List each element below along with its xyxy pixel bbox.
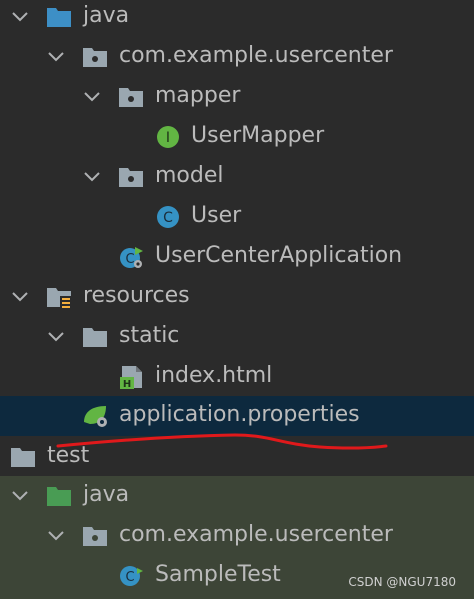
tree-item-label: model <box>155 163 224 188</box>
tree-item-label: application.properties <box>119 402 360 427</box>
spring-properties-icon <box>82 404 108 428</box>
watermark: CSDN @NGU7180 <box>348 575 456 589</box>
folder-icon <box>10 445 36 469</box>
html-file-icon-glyph: H <box>123 379 131 389</box>
tree-item-package-model[interactable]: model <box>0 157 474 197</box>
tree-item-java-test[interactable]: java <box>0 476 474 516</box>
tree-item-label: test <box>47 443 90 468</box>
tree-item-package-usercenter[interactable]: com.example.usercenter <box>0 37 474 77</box>
tree-item-index-html[interactable]: H index.html <box>0 357 474 397</box>
tree-item-test[interactable]: test <box>0 437 474 477</box>
tree-item-label: static <box>119 323 180 348</box>
spring-boot-class-icon-glyph: C <box>125 252 134 267</box>
interface-icon: I <box>155 125 181 149</box>
resources-folder-icon <box>46 285 72 309</box>
tree-item-usermapper[interactable]: I UserMapper <box>0 117 474 157</box>
tree-item-label: UserMapper <box>191 123 325 148</box>
package-icon <box>118 165 144 189</box>
source-folder-icon <box>46 5 72 29</box>
tree-item-static[interactable]: static <box>0 317 474 357</box>
package-icon <box>118 85 144 109</box>
tree-item-label: com.example.usercenter <box>119 43 393 68</box>
tree-item-label: mapper <box>155 83 241 108</box>
chevron-down-icon[interactable] <box>10 486 30 506</box>
tree-item-java-main[interactable]: java <box>0 0 474 37</box>
chevron-down-icon[interactable] <box>46 327 66 347</box>
tree-item-label: resources <box>83 283 190 308</box>
spring-boot-class-icon: C <box>118 245 144 269</box>
chevron-down-icon[interactable] <box>46 526 66 546</box>
tree-item-resources[interactable]: resources <box>0 277 474 317</box>
test-class-icon-glyph: C <box>125 570 134 585</box>
tree-item-label: User <box>191 203 242 228</box>
tree-item-usercenterapplication[interactable]: C UserCenterApplication <box>0 237 474 277</box>
tree-item-label: java <box>83 482 130 507</box>
tree-item-package-mapper[interactable]: mapper <box>0 77 474 117</box>
folder-icon <box>82 325 108 349</box>
test-source-folder-icon <box>46 484 72 508</box>
project-tree: java com.example.usercenter mapper I Use… <box>0 0 474 599</box>
tree-item-user[interactable]: C User <box>0 197 474 237</box>
chevron-down-icon[interactable] <box>46 47 66 67</box>
chevron-down-icon[interactable] <box>82 87 102 107</box>
tree-item-label: SampleTest <box>155 562 281 587</box>
class-icon-glyph: C <box>163 210 173 226</box>
chevron-down-icon[interactable] <box>82 167 102 187</box>
tree-item-application-properties[interactable]: application.properties <box>0 396 474 436</box>
tree-item-label: com.example.usercenter <box>119 522 393 547</box>
test-class-icon: C <box>118 564 144 588</box>
tree-item-label: index.html <box>155 363 273 388</box>
tree-item-package-usercenter-test[interactable]: com.example.usercenter <box>0 516 474 556</box>
html-file-icon: H <box>118 365 144 389</box>
class-icon: C <box>155 205 181 229</box>
tree-item-label: java <box>83 3 130 28</box>
interface-icon-glyph: I <box>166 130 170 146</box>
chevron-down-icon[interactable] <box>10 7 30 27</box>
package-icon <box>82 45 108 69</box>
package-icon <box>82 524 108 548</box>
chevron-down-icon[interactable] <box>10 287 30 307</box>
tree-item-label: UserCenterApplication <box>155 243 403 268</box>
